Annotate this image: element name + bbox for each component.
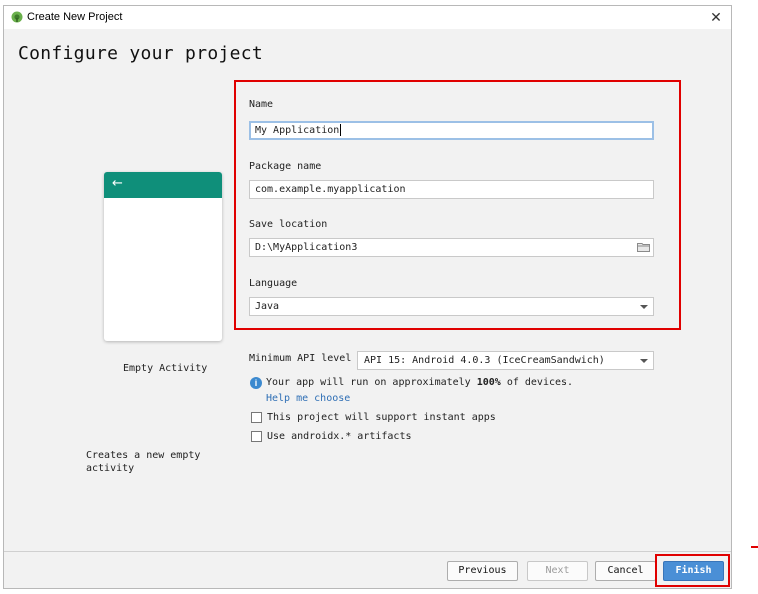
min-api-select[interactable]: API 15: Android 4.0.3 (IceCreamSandwich) [357,351,654,370]
back-arrow-icon: ← [112,176,123,191]
package-name-label: Package name [249,161,322,172]
coverage-text-suffix: of devices. [500,377,574,388]
create-project-dialog: Create New Project ✕ Configure your proj… [3,5,732,589]
name-input[interactable]: My Application [249,121,654,140]
text-caret [340,124,342,136]
language-value: Java [255,301,280,312]
template-preview: ← [104,172,222,341]
close-icon[interactable]: ✕ [707,8,725,26]
min-api-label: Minimum API level [249,353,352,364]
finish-button[interactable]: Finish [663,561,724,581]
chevron-down-icon [640,305,648,309]
save-location-input[interactable]: D:\MyApplication3 [249,238,654,257]
footer-divider [4,551,731,552]
save-location-label: Save location [249,219,328,230]
coverage-percent: 100% [476,377,501,388]
cancel-button[interactable]: Cancel [595,561,656,581]
chevron-down-icon [640,359,648,363]
min-api-value: API 15: Android 4.0.3 (IceCreamSandwich) [364,355,605,366]
template-name: Empty Activity [123,363,208,374]
name-value: My Application [255,125,340,136]
next-button[interactable]: Next [527,561,588,581]
language-label: Language [249,278,298,289]
template-description: Creates a new empty activity [86,450,201,474]
androidx-checkbox[interactable] [251,431,262,442]
device-coverage-text: Your app will run on approximately 100% … [266,377,573,388]
coverage-text-prefix: Your app will run on approximately [266,377,477,388]
android-studio-icon [11,11,23,23]
window-title: Create New Project [27,11,123,23]
androidx-label: Use androidx.* artifacts [267,431,412,442]
package-name-value: com.example.myapplication [255,184,406,195]
folder-icon[interactable] [637,242,650,252]
save-location-value: D:\MyApplication3 [255,242,358,253]
language-select[interactable]: Java [249,297,654,316]
preview-app-bar: ← [104,172,222,198]
page-title: Configure your project [18,43,264,64]
instant-apps-label: This project will support instant apps [267,412,496,423]
info-icon: i [250,377,262,389]
instant-apps-checkbox[interactable] [251,412,262,423]
title-bar: Create New Project ✕ [4,6,731,29]
help-me-choose-link[interactable]: Help me choose [266,393,350,404]
name-label: Name [249,99,274,110]
annotation-dash [751,546,758,548]
package-name-input[interactable]: com.example.myapplication [249,180,654,199]
previous-button[interactable]: Previous [447,561,518,581]
